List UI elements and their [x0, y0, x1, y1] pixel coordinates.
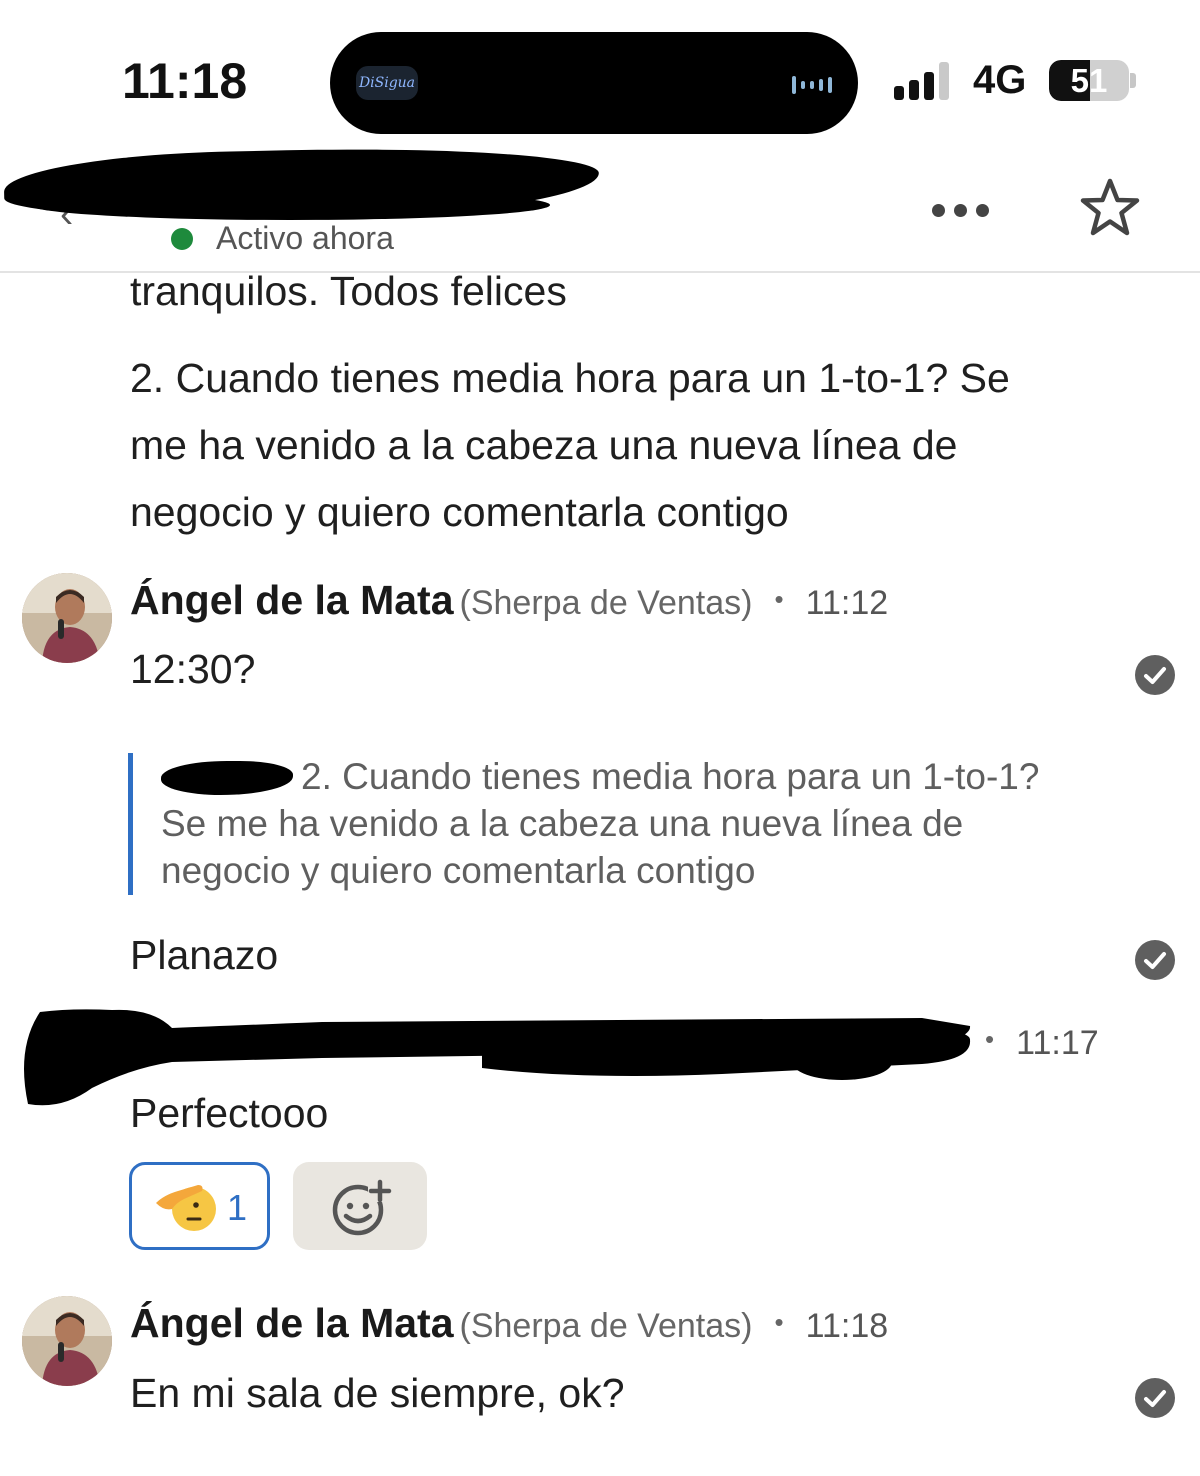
- more-options-icon[interactable]: [928, 198, 992, 224]
- quoted-line: Se me ha venido a la cabeza una nueva lí…: [161, 803, 964, 844]
- presence-status: Activo ahora: [216, 220, 394, 256]
- sender-header: Ángel de la Mata (Sherpa de Ventas) • 11:12: [130, 577, 888, 624]
- message-line: 2. Cuando tienes media hora para un 1-to…: [130, 355, 1010, 401]
- reaction-pill[interactable]: 1: [129, 1162, 270, 1250]
- saluting-face-icon: [154, 1179, 216, 1235]
- conversation-header: ‹ Activo ahora: [0, 140, 1200, 273]
- island-app-badge: DiSigua: [356, 66, 418, 100]
- quoted-line: 2. Cuando tienes media hora para un 1-to…: [161, 753, 1121, 800]
- message-line: negocio y quiero comentarla contigo: [130, 489, 789, 535]
- sender-header: • 11:17: [985, 1024, 1099, 1063]
- sender-name[interactable]: Ángel de la Mata: [130, 577, 454, 623]
- reaction-count: 1: [227, 1187, 248, 1228]
- avatar[interactable]: [22, 1296, 112, 1386]
- battery-percent: 51: [1070, 62, 1108, 99]
- sender-role: (Sherpa de Ventas): [459, 584, 753, 622]
- message-time: 11:18: [805, 1307, 889, 1345]
- add-reaction-button[interactable]: [293, 1162, 427, 1250]
- message-text: En mi sala de siempre, ok?: [130, 1370, 625, 1416]
- network-type: 4G: [973, 58, 1027, 102]
- quoted-message[interactable]: 2. Cuando tienes media hora para un 1-to…: [128, 753, 1108, 895]
- audio-wave-icon: [792, 76, 832, 94]
- read-receipt-icon: [1135, 1378, 1175, 1418]
- redacted-quote-author: [161, 761, 293, 795]
- star-icon[interactable]: [1078, 176, 1142, 240]
- quoted-text: 2. Cuando tienes media hora para un 1-to…: [161, 753, 1121, 894]
- redacted-contact-name-scribble: [30, 190, 550, 220]
- separator: •: [985, 1024, 995, 1054]
- message-line: me ha venido a la cabeza una nueva línea…: [130, 422, 958, 468]
- quoted-line: negocio y quiero comentarla contigo: [161, 850, 756, 891]
- battery-icon: 51: [1049, 60, 1129, 101]
- signal-strength-icon: [894, 62, 954, 100]
- dynamic-island: DiSigua: [330, 32, 858, 134]
- avatar[interactable]: [22, 573, 112, 663]
- message-text: Planazo: [130, 932, 279, 978]
- read-receipt-icon: [1135, 655, 1175, 695]
- separator: •: [774, 1307, 784, 1337]
- sender-name[interactable]: Ángel de la Mata: [130, 1300, 454, 1346]
- sender-role: (Sherpa de Ventas): [459, 1307, 753, 1345]
- add-reaction-icon: [332, 1179, 392, 1236]
- message-text: Perfectooo: [130, 1090, 329, 1136]
- status-time: 11:18: [122, 53, 248, 109]
- separator: •: [774, 584, 784, 614]
- sender-header: Ángel de la Mata (Sherpa de Ventas) • 11:18: [130, 1300, 888, 1347]
- presence-dot-icon: [171, 228, 193, 250]
- message-text: 12:30?: [130, 646, 256, 692]
- status-bar: 11:18 DiSigua 4G 51: [0, 0, 1200, 140]
- battery-cap: [1130, 73, 1136, 88]
- message-text-partial: tranquilos. Todos felices: [130, 268, 567, 314]
- message-time: 11:12: [805, 584, 889, 622]
- read-receipt-icon: [1135, 940, 1175, 980]
- message-time: 11:17: [1016, 1024, 1099, 1062]
